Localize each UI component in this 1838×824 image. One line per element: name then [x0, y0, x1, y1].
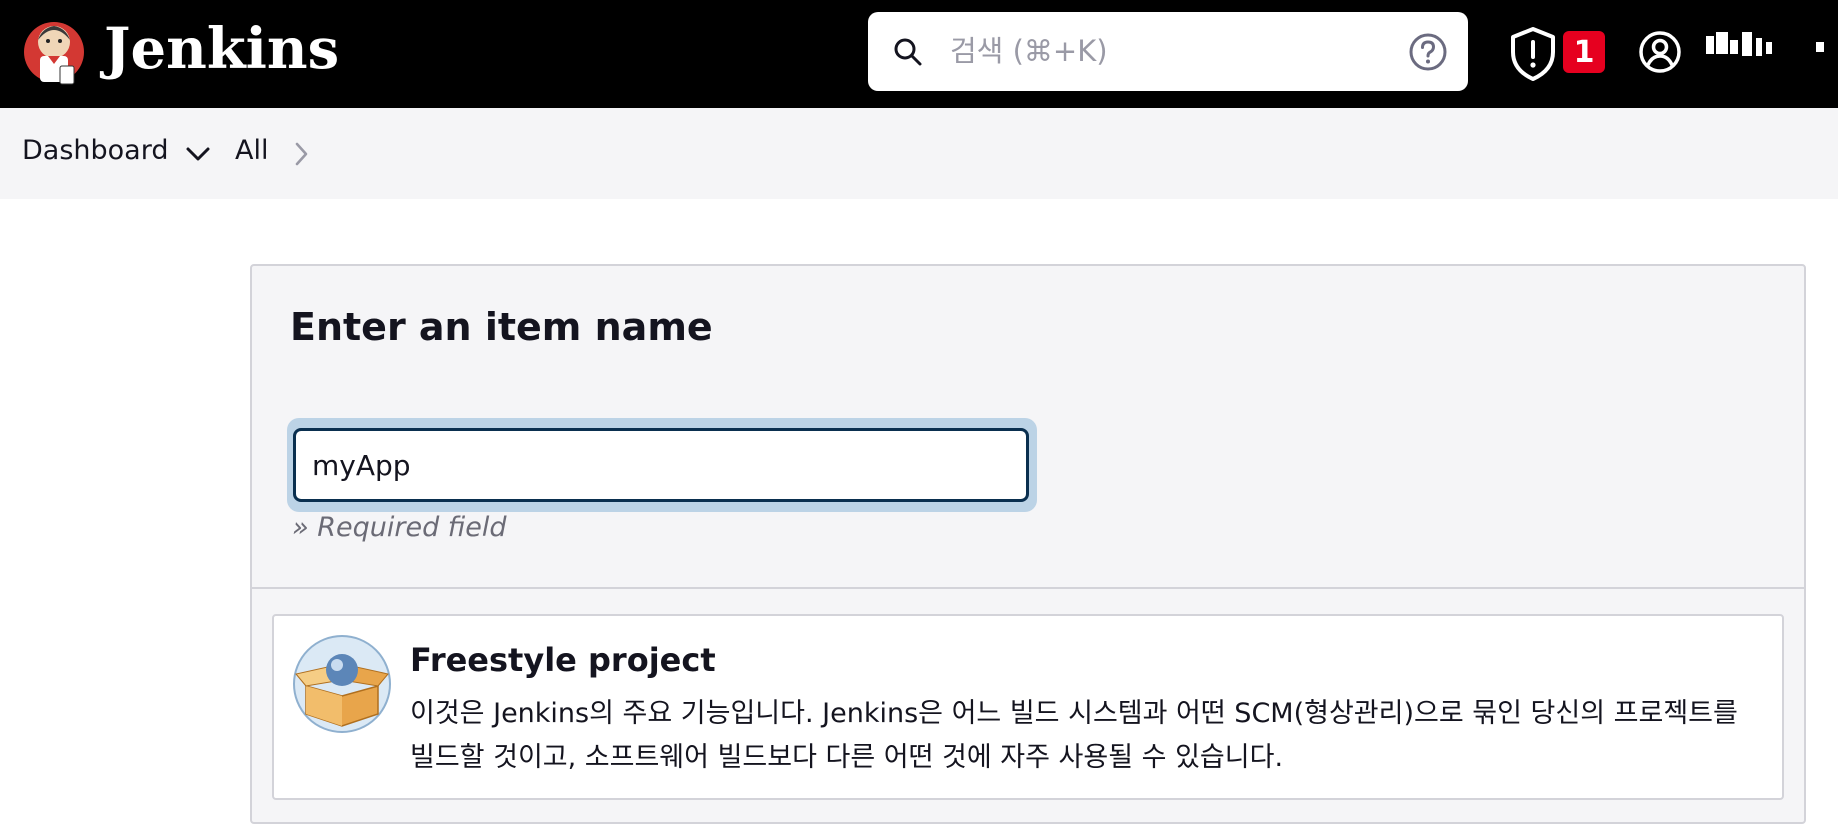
item-type-description: 이것은 Jenkins의 주요 기능입니다. Jenkins은 어느 빌드 시스…	[410, 698, 1738, 773]
item-type-title: Freestyle project	[410, 641, 716, 679]
breadcrumb: Dashboard All	[0, 108, 1838, 199]
brand-title[interactable]: Jenkins	[104, 14, 339, 84]
jenkins-logo[interactable]	[22, 12, 86, 92]
item-name-input[interactable]	[293, 428, 1029, 502]
freestyle-box-icon	[293, 635, 391, 733]
section-divider	[252, 587, 1804, 589]
required-field-note: » Required field	[292, 512, 507, 543]
top-header: Jenkins 1	[0, 0, 1838, 108]
user-name-redacted[interactable]	[1702, 32, 1838, 62]
page-title: Enter an item name	[290, 305, 713, 349]
chevron-right-icon	[295, 142, 308, 166]
user-icon[interactable]	[1638, 30, 1682, 74]
search-icon	[894, 38, 922, 66]
help-icon[interactable]	[1408, 32, 1448, 72]
jenkins-butler-icon	[24, 22, 84, 85]
search-input[interactable]	[950, 24, 1370, 78]
chevron-down-icon[interactable]	[184, 144, 212, 164]
breadcrumb-all[interactable]: All	[235, 134, 268, 168]
shield-alert-icon[interactable]	[1508, 26, 1558, 82]
search-box[interactable]	[868, 12, 1468, 91]
alert-count-badge[interactable]: 1	[1563, 31, 1605, 73]
breadcrumb-dashboard[interactable]: Dashboard	[22, 134, 168, 168]
